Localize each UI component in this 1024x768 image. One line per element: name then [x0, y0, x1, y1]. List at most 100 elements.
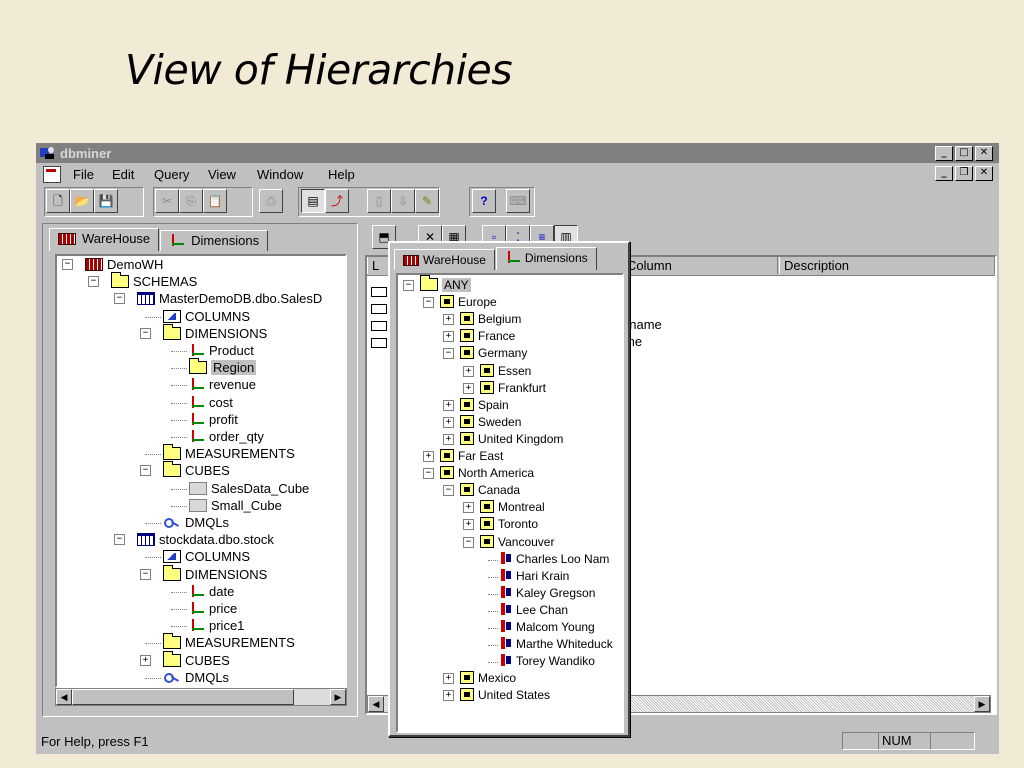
tree-node[interactable]: Hari Krain: [500, 568, 569, 585]
tree-node[interactable]: Torey Wandiko: [500, 653, 595, 670]
scroll-left-icon[interactable]: ◀: [368, 696, 384, 712]
scroll-thumb[interactable]: [72, 689, 294, 705]
tree-node[interactable]: DemoWH: [85, 256, 163, 273]
tree-node[interactable]: MEASUREMENTS: [163, 633, 295, 651]
collapse-icon[interactable]: −: [140, 568, 151, 580]
warehouse-tree[interactable]: DemoWH − SCHEMAS − MasterDemoDB.dbo.SalesD − C…: [55, 254, 347, 688]
expand-icon[interactable]: +: [443, 690, 454, 702]
tree-node[interactable]: CUBES: [163, 650, 230, 669]
scroll-right-icon[interactable]: ▶: [974, 696, 990, 712]
tree-node[interactable]: revenue: [189, 376, 256, 393]
collapse-icon[interactable]: −: [403, 280, 414, 291]
tree-node[interactable]: DMQLs: [163, 514, 229, 531]
collapse-icon[interactable]: −: [463, 536, 474, 548]
expand-icon[interactable]: +: [140, 654, 151, 666]
collapse-icon[interactable]: −: [443, 485, 454, 497]
tree-node[interactable]: Charles Loo Nam: [500, 551, 609, 568]
mdi-minimize-icon[interactable]: _: [935, 166, 953, 181]
paste-icon[interactable]: 📋: [203, 189, 227, 213]
collapse-icon[interactable]: −: [114, 534, 125, 546]
collapse-icon[interactable]: −: [114, 293, 125, 305]
document-icon[interactable]: [43, 166, 61, 183]
tree-node[interactable]: ANY: [420, 275, 471, 294]
tab-warehouse[interactable]: WareHouse: [49, 228, 160, 251]
menu-window[interactable]: Window: [257, 167, 303, 182]
tree-node[interactable]: Europe: [440, 294, 497, 311]
mdi-close-icon[interactable]: ✕: [975, 166, 993, 181]
tree-node[interactable]: Vancouver: [480, 534, 554, 551]
menu-view[interactable]: View: [208, 167, 236, 182]
expand-icon[interactable]: +: [443, 399, 454, 411]
tree-node[interactable]: DIMENSIONS: [163, 564, 267, 583]
expand-icon[interactable]: +: [443, 314, 454, 326]
tree-node[interactable]: MasterDemoDB.dbo.SalesD: [137, 290, 322, 307]
tree-node[interactable]: COLUMNS: [163, 308, 250, 325]
tree-node[interactable]: SalesData_Cube: [189, 480, 309, 497]
tree-node[interactable]: Far East: [440, 448, 503, 465]
expand-icon[interactable]: +: [423, 451, 434, 462]
tree-node[interactable]: Frankfurt: [480, 380, 546, 397]
close-icon[interactable]: ✕: [975, 146, 993, 161]
collapse-icon[interactable]: −: [140, 327, 151, 339]
tree-node[interactable]: Spain: [460, 397, 509, 414]
tree-node[interactable]: Montreal: [480, 499, 545, 516]
tree-node[interactable]: cost: [189, 394, 233, 411]
warehouse-view-icon[interactable]: ▤: [301, 189, 325, 213]
cut-icon[interactable]: ✂: [155, 189, 179, 213]
menu-help[interactable]: Help: [328, 167, 355, 182]
mdi-restore-icon[interactable]: ❐: [955, 166, 973, 181]
print-icon[interactable]: ⎙: [259, 189, 283, 213]
help-icon[interactable]: ?: [472, 189, 496, 213]
tree-node[interactable]: Essen: [480, 363, 531, 380]
tree-node[interactable]: Small_Cube: [189, 497, 282, 514]
expand-icon[interactable]: +: [463, 519, 474, 531]
scroll-right-icon[interactable]: ▶: [330, 689, 346, 705]
menu-file[interactable]: File: [73, 167, 94, 182]
minimize-icon[interactable]: _: [935, 146, 953, 161]
expand-icon[interactable]: +: [463, 382, 474, 394]
expand-icon[interactable]: +: [463, 365, 474, 377]
expand-icon[interactable]: +: [443, 673, 454, 685]
tree-node[interactable]: COLUMNS: [163, 548, 250, 565]
tree-node[interactable]: SCHEMAS: [111, 272, 197, 290]
menu-edit[interactable]: Edit: [112, 167, 134, 182]
tree-node[interactable]: Region: [189, 358, 257, 376]
maximize-icon[interactable]: □: [955, 146, 973, 161]
tree-node[interactable]: Belgium: [460, 311, 521, 328]
expand-icon[interactable]: +: [443, 331, 454, 343]
tree-node[interactable]: price: [189, 600, 237, 617]
tab-dimensions[interactable]: Dimensions: [160, 230, 269, 251]
title-bar[interactable]: dbminer _ □ ✕: [36, 143, 999, 163]
tree-node[interactable]: United States: [460, 687, 550, 704]
tree-node[interactable]: Germany: [460, 345, 527, 362]
copy-icon[interactable]: ⎘: [179, 189, 203, 213]
tree-node[interactable]: CUBES: [163, 461, 230, 479]
dimension-view-icon[interactable]: ⤴: [325, 189, 349, 213]
wizard-icon[interactable]: ✎: [415, 189, 439, 213]
open-icon[interactable]: 📂: [70, 189, 94, 213]
tree-node[interactable]: Malcom Young: [500, 619, 595, 636]
collapse-icon[interactable]: −: [443, 348, 454, 360]
tree-node[interactable]: North America: [440, 465, 534, 482]
tree-node[interactable]: Lee Chan: [500, 602, 568, 619]
tree-node[interactable]: Kaley Gregson: [500, 585, 595, 602]
tree-node[interactable]: France: [460, 328, 515, 345]
collapse-icon[interactable]: −: [62, 259, 73, 270]
tree-node[interactable]: profit: [189, 411, 238, 428]
menu-query[interactable]: Query: [154, 167, 189, 182]
new-icon[interactable]: 🗋: [46, 189, 70, 213]
tree-node[interactable]: date: [189, 583, 234, 600]
expand-icon[interactable]: +: [443, 433, 454, 445]
collapse-icon[interactable]: −: [140, 465, 151, 477]
tree-node[interactable]: order_qty: [189, 428, 264, 445]
expand-icon[interactable]: +: [443, 416, 454, 428]
tree-node[interactable]: Product: [189, 342, 254, 359]
collapse-icon[interactable]: −: [423, 297, 434, 309]
column-header-description[interactable]: Description: [779, 257, 995, 274]
save-icon[interactable]: 💾: [94, 189, 118, 213]
expand-icon[interactable]: +: [463, 502, 474, 514]
tree-node[interactable]: price1: [189, 617, 244, 634]
doc-icon[interactable]: ▯: [367, 189, 391, 213]
tree-node[interactable]: Toronto: [480, 516, 538, 533]
tree-node[interactable]: DMQLs: [163, 669, 229, 686]
